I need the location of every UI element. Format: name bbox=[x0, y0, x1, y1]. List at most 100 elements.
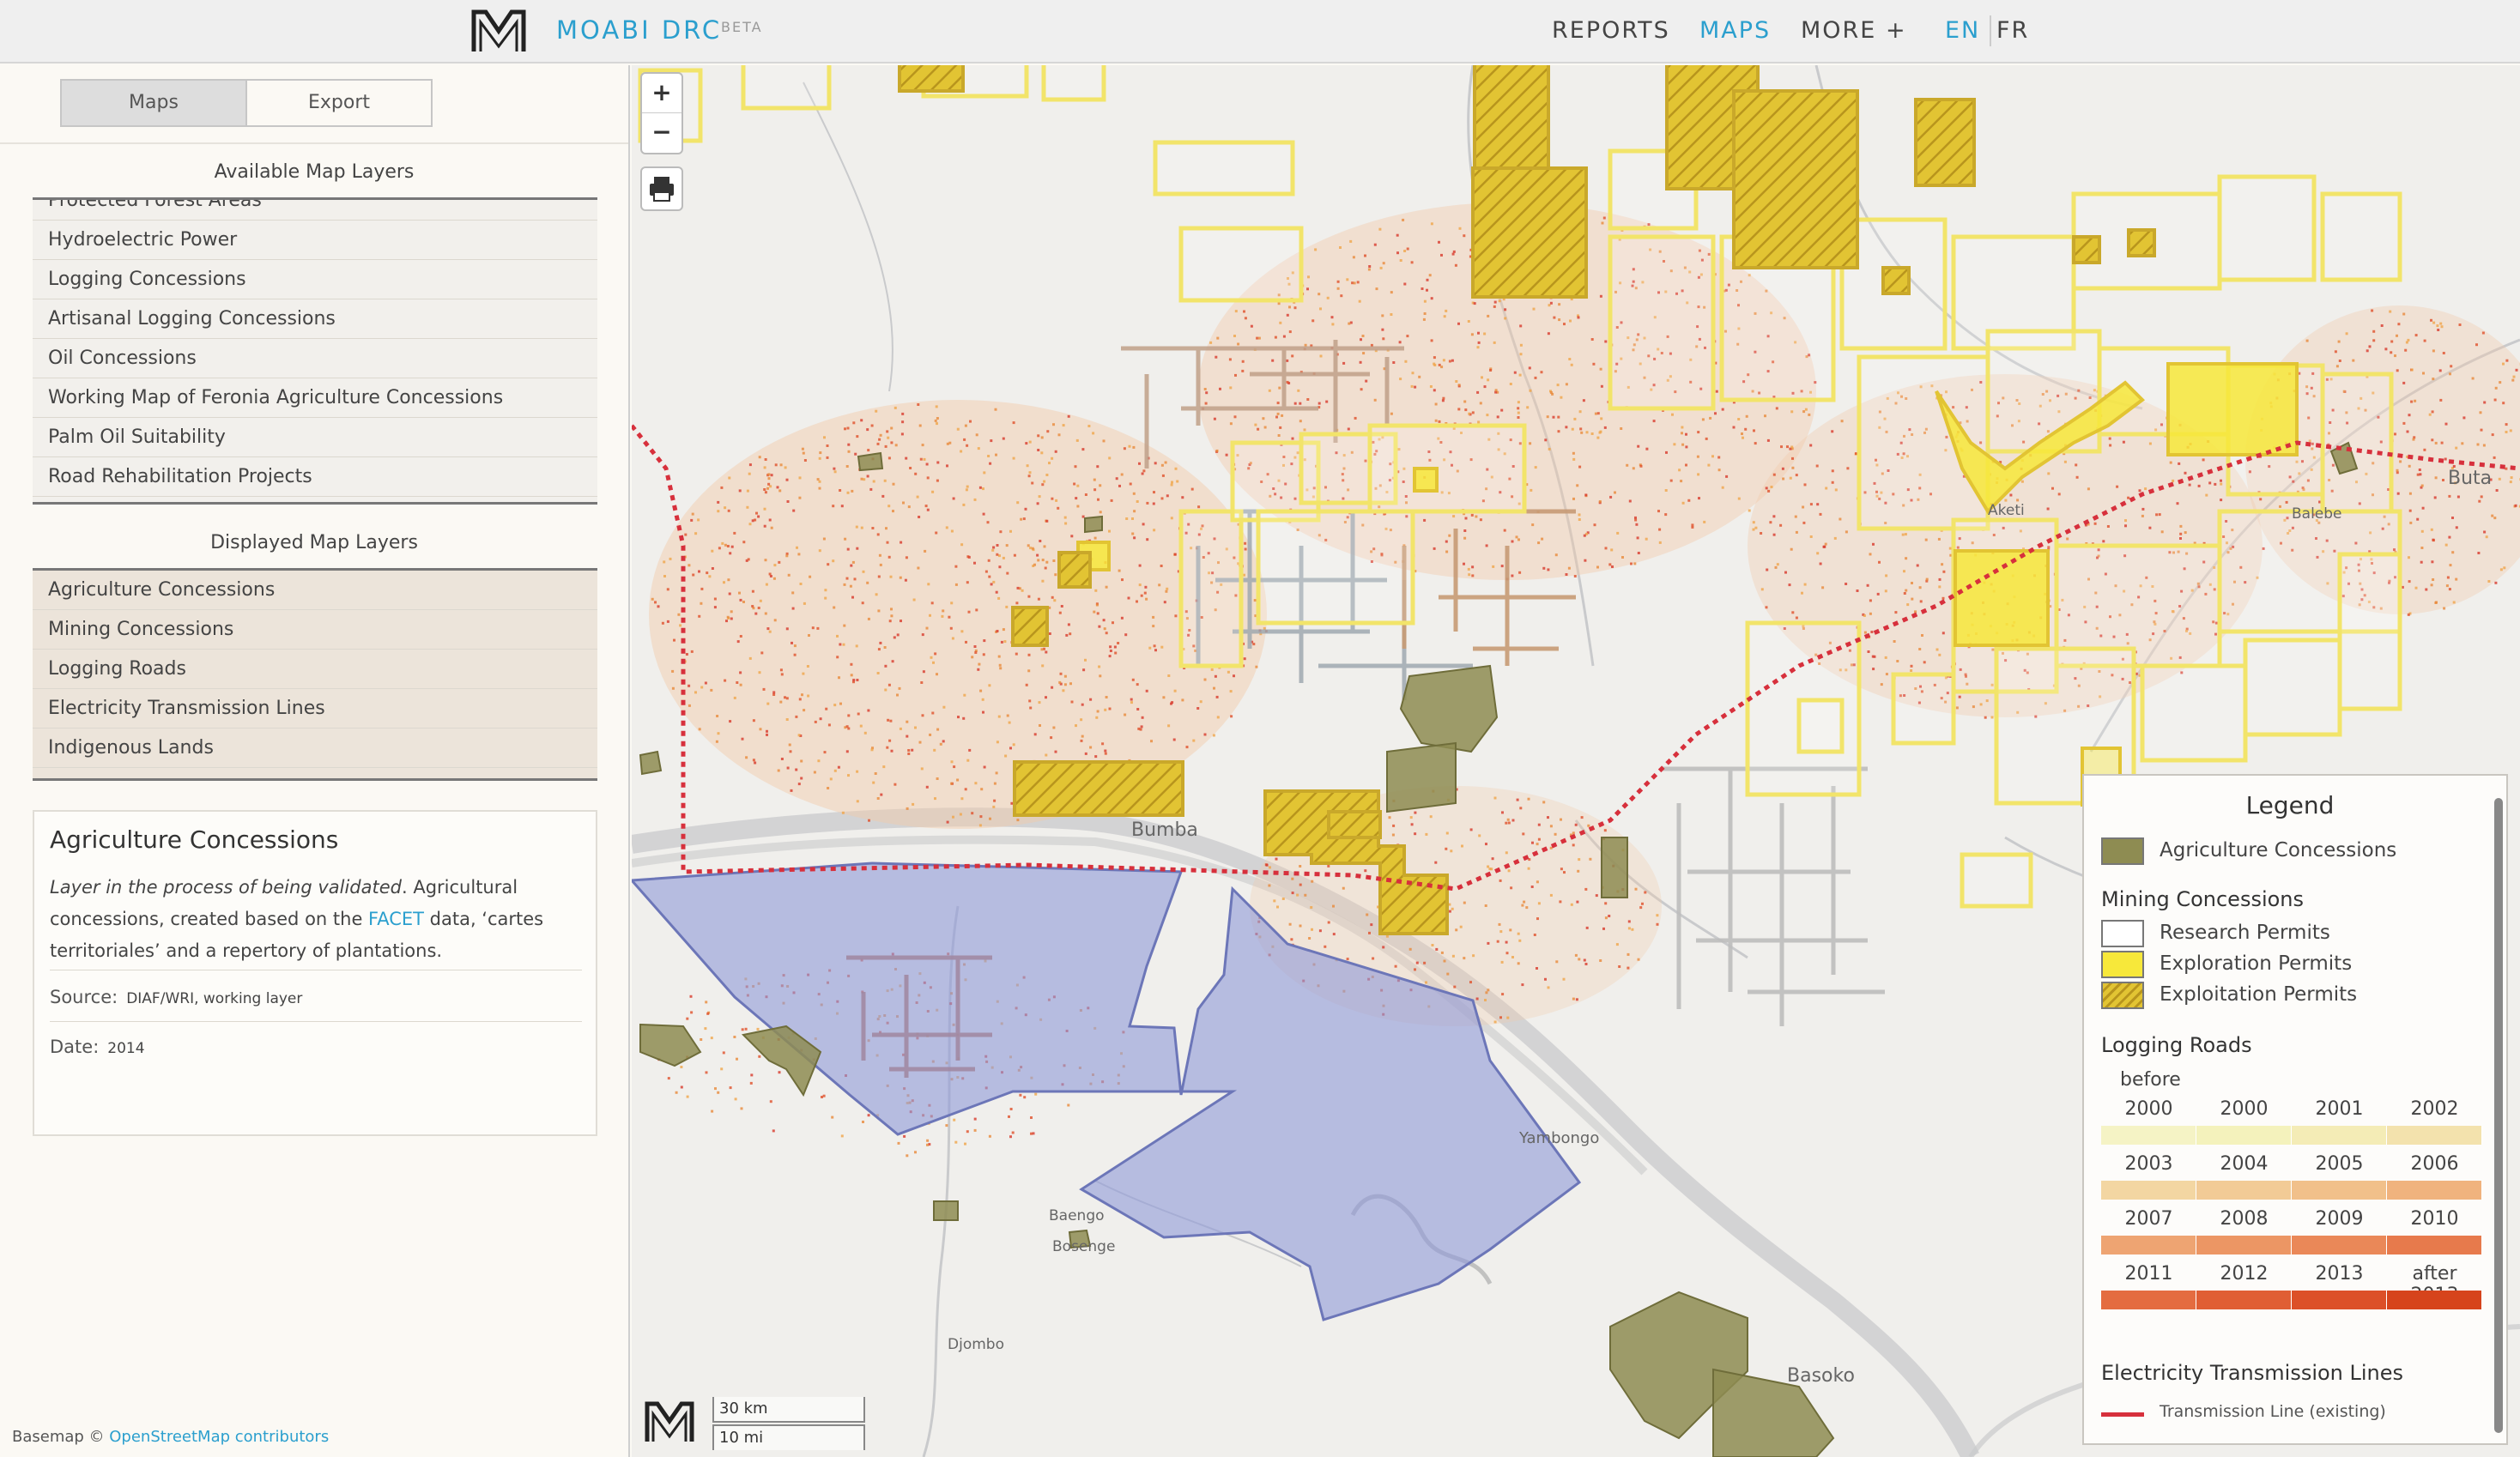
map-canvas[interactable]: Bumba Basoko Yambongo Baengo Bosenge Djo… bbox=[632, 65, 2520, 1457]
forest-loss-dot bbox=[2402, 312, 2406, 316]
forest-loss-dot bbox=[772, 693, 776, 696]
tab-maps[interactable]: Maps bbox=[60, 79, 247, 127]
forest-loss-dot bbox=[1821, 586, 1825, 589]
displayed-layer-item[interactable]: Mining Concessions bbox=[33, 610, 597, 650]
forest-loss-dot bbox=[993, 782, 996, 785]
tabs-divider bbox=[0, 142, 628, 144]
forest-loss-dot bbox=[1244, 541, 1247, 545]
legend-scrollbar[interactable] bbox=[2494, 798, 2503, 1433]
forest-loss-dot bbox=[1595, 894, 1598, 898]
forest-loss-dot bbox=[1803, 583, 1807, 586]
forest-loss-dot bbox=[1153, 644, 1156, 648]
forest-loss-dot bbox=[2510, 476, 2513, 480]
forest-loss-dot bbox=[811, 626, 815, 630]
forest-loss-dot bbox=[936, 422, 938, 426]
forest-loss-dot bbox=[798, 698, 802, 701]
forest-loss-dot bbox=[1069, 682, 1072, 686]
forest-loss-dot bbox=[2482, 444, 2486, 447]
forest-loss-dot bbox=[1150, 740, 1153, 743]
forest-loss-dot bbox=[1681, 443, 1685, 446]
forest-loss-dot bbox=[2414, 399, 2417, 402]
forest-loss-dot bbox=[763, 466, 766, 469]
osm-link[interactable]: OpenStreetMap contributors bbox=[109, 1428, 329, 1446]
forest-loss-dot bbox=[1604, 340, 1608, 343]
forest-loss-dot bbox=[1279, 426, 1282, 429]
available-layers-list[interactable]: Protected Forest Areas Hydroelectric Pow… bbox=[33, 197, 597, 505]
forest-loss-dot bbox=[760, 651, 764, 655]
forest-loss-dot bbox=[1046, 430, 1050, 433]
forest-loss-dot bbox=[1485, 544, 1488, 547]
zoom-out-button[interactable]: − bbox=[642, 113, 681, 153]
forest-loss-dot bbox=[2141, 514, 2144, 517]
nav-maps[interactable]: MAPS bbox=[1699, 17, 1771, 44]
forest-loss-dot bbox=[1451, 954, 1455, 958]
forest-loss-dot bbox=[1911, 582, 1913, 584]
lang-en[interactable]: EN bbox=[1945, 17, 1980, 44]
displayed-layer-item[interactable]: Indigenous Lands bbox=[33, 728, 597, 768]
forest-loss-dot bbox=[1707, 463, 1711, 467]
moabi-logo-icon[interactable] bbox=[469, 5, 529, 57]
forest-loss-dot bbox=[738, 591, 741, 595]
forest-loss-dot bbox=[2366, 349, 2369, 353]
forest-loss-dot bbox=[2442, 479, 2444, 481]
available-layer-item[interactable]: Oil Concessions bbox=[33, 339, 597, 378]
forest-loss-dot bbox=[1578, 410, 1582, 414]
forest-loss-dot bbox=[779, 700, 783, 704]
forest-loss-dot bbox=[1002, 437, 1005, 440]
forest-loss-dot bbox=[720, 486, 724, 489]
available-layer-item[interactable]: Artisanal Logging Concessions bbox=[33, 299, 597, 339]
forest-loss-dot bbox=[818, 456, 821, 460]
lang-fr[interactable]: FR bbox=[1996, 17, 2029, 44]
forest-loss-dot bbox=[1871, 655, 1875, 658]
forest-loss-dot bbox=[1901, 533, 1905, 536]
forest-loss-dot bbox=[1537, 837, 1541, 841]
forest-loss-dot bbox=[1396, 233, 1399, 237]
forest-loss-dot bbox=[950, 782, 954, 785]
brand-name[interactable]: MOABI DRC bbox=[556, 15, 722, 45]
scale-mi: 10 mi bbox=[712, 1424, 865, 1450]
forest-loss-dot bbox=[1105, 632, 1108, 635]
displayed-layer-item[interactable]: Electricity Transmission Lines bbox=[33, 689, 597, 728]
zoom-control: + − bbox=[640, 72, 683, 154]
forest-loss-dot bbox=[2016, 499, 2020, 502]
available-layer-item[interactable]: Road Rehabilitation Projects bbox=[33, 457, 597, 497]
forest-loss-dot bbox=[2093, 522, 2097, 525]
forest-loss-dot bbox=[792, 509, 796, 512]
displayed-layers-list[interactable]: Agriculture Concessions Mining Concessio… bbox=[33, 568, 597, 781]
available-layer-item[interactable]: Protected Forest Areas bbox=[33, 200, 597, 221]
forest-loss-dot bbox=[1809, 444, 1813, 447]
tab-export[interactable]: Export bbox=[245, 79, 433, 127]
available-layer-item[interactable]: Hydroelectric Power bbox=[33, 221, 597, 260]
print-button[interactable] bbox=[640, 166, 683, 211]
forest-loss-dot bbox=[1487, 314, 1490, 317]
forest-loss-dot bbox=[1113, 645, 1117, 649]
available-layer-item[interactable]: Palm Oil Suitability bbox=[33, 418, 597, 457]
available-layer-item[interactable]: Logging Concessions bbox=[33, 260, 597, 299]
forest-loss-dot bbox=[816, 626, 820, 630]
forest-loss-dot bbox=[1076, 484, 1080, 487]
forest-loss-dot bbox=[860, 419, 863, 422]
forest-loss-dot bbox=[1299, 420, 1302, 423]
forest-loss-dot bbox=[1062, 689, 1065, 692]
forest-loss-dot bbox=[1549, 893, 1553, 897]
forest-loss-dot bbox=[840, 505, 844, 508]
forest-loss-dot bbox=[711, 567, 714, 570]
forest-loss-dot bbox=[2020, 480, 2024, 483]
displayed-layer-item[interactable]: Logging Roads bbox=[33, 650, 597, 689]
forest-loss-dot bbox=[1487, 865, 1490, 868]
nav-more[interactable]: MORE + bbox=[1801, 17, 1907, 44]
nav-reports[interactable]: REPORTS bbox=[1552, 17, 1670, 44]
forest-loss-dot bbox=[856, 679, 859, 681]
zoom-in-button[interactable]: + bbox=[642, 74, 681, 113]
forest-loss-dot bbox=[1130, 701, 1133, 704]
available-layer-item[interactable]: Working Map of Feronia Agriculture Conce… bbox=[33, 378, 597, 418]
facet-link[interactable]: FACET bbox=[368, 909, 424, 929]
forest-loss-dot bbox=[1578, 513, 1581, 517]
forest-loss-dot bbox=[1349, 239, 1353, 243]
forest-loss-dot bbox=[965, 640, 967, 644]
logging-year-label: 2013 bbox=[2315, 1263, 2364, 1285]
forest-loss-dot bbox=[1403, 282, 1407, 286]
logging-year-swatch bbox=[2292, 1236, 2387, 1254]
forest-loss-dot bbox=[1167, 674, 1171, 677]
displayed-layer-item[interactable]: Agriculture Concessions bbox=[33, 571, 597, 610]
